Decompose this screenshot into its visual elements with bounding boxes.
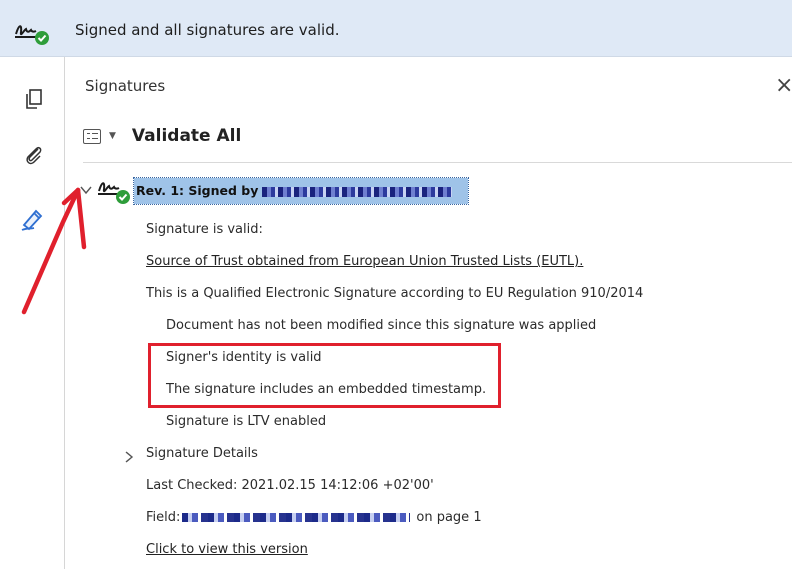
attachments-icon[interactable] bbox=[22, 143, 46, 167]
redacted-signer-name bbox=[262, 186, 453, 197]
options-list-icon[interactable] bbox=[83, 128, 101, 144]
options-dropdown-caret[interactable]: ▼ bbox=[109, 131, 116, 141]
pages-icon[interactable] bbox=[22, 87, 46, 111]
signature-valid-icon bbox=[15, 25, 49, 45]
signatures-panel: Signatures × ▼ Validate All Rev. 1: Sign… bbox=[65, 57, 792, 569]
validate-all-button[interactable]: Validate All bbox=[132, 126, 241, 146]
panel-title: Signatures bbox=[85, 77, 166, 95]
field-page-text: on page 1 bbox=[416, 510, 482, 525]
timestamp-text: The signature includes an embedded times… bbox=[166, 382, 487, 397]
left-navigation-toolbar bbox=[0, 57, 65, 569]
signature-valid-icon bbox=[98, 182, 130, 204]
identity-valid-text: Signer's identity is valid bbox=[166, 350, 322, 365]
signature-status-banner: Signed and all signatures are valid. bbox=[0, 0, 792, 57]
redacted-field-name bbox=[182, 513, 411, 522]
signature-status-text: Signed and all signatures are valid. bbox=[75, 21, 340, 39]
trust-source-link[interactable]: Source of Trust obtained from European U… bbox=[146, 254, 583, 269]
signature-valid-text: Signature is valid: bbox=[146, 222, 263, 237]
divider bbox=[83, 162, 792, 163]
chevron-right-icon[interactable] bbox=[123, 450, 135, 464]
signature-revision-label[interactable]: Rev. 1: Signed by bbox=[133, 177, 469, 205]
close-panel-button[interactable]: × bbox=[775, 73, 792, 98]
revision-text: Rev. 1: Signed by bbox=[136, 183, 259, 198]
qualified-signature-text: This is a Qualified Electronic Signature… bbox=[146, 286, 644, 301]
field-label: Field: bbox=[146, 510, 181, 525]
signatures-pen-icon[interactable] bbox=[18, 203, 48, 233]
signature-details-toggle[interactable]: Signature Details bbox=[146, 446, 258, 461]
validate-toolbar: ▼ Validate All bbox=[83, 123, 241, 149]
not-modified-text: Document has not been modified since thi… bbox=[166, 318, 597, 333]
signature-field-line: Field: on page 1 bbox=[146, 510, 482, 525]
last-checked-text: Last Checked: 2021.02.15 14:12:06 +02'00… bbox=[146, 478, 434, 493]
ltv-enabled-text: Signature is LTV enabled bbox=[166, 414, 327, 429]
chevron-down-icon[interactable] bbox=[79, 183, 93, 197]
view-version-link[interactable]: Click to view this version bbox=[146, 542, 308, 557]
